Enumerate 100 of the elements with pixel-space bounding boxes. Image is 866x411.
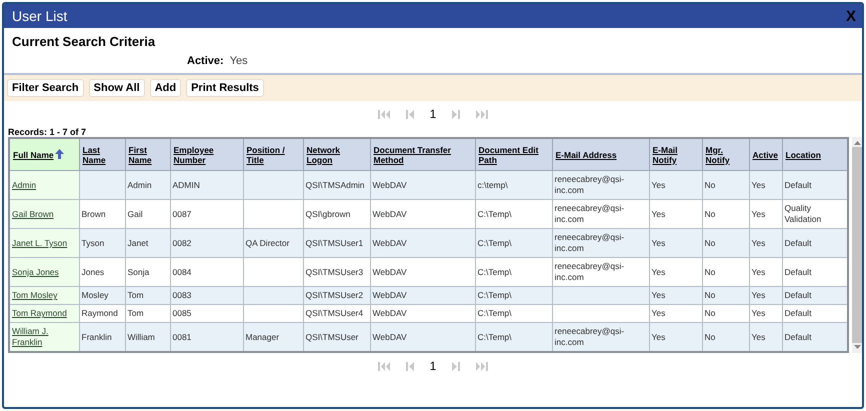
table-cell: Tyson: [79, 228, 125, 258]
records-count: Records: 1 - 7 of 7: [7, 127, 88, 137]
table-cell: reneecabrey@qsi-inc.com: [552, 322, 649, 352]
table-cell: 0085: [170, 304, 243, 322]
column-header[interactable]: Document Transfer Method: [370, 138, 475, 170]
table-cell: No: [702, 258, 749, 286]
column-header[interactable]: Position / Title: [243, 138, 303, 170]
table-cell: QSI\TMSUser: [303, 322, 370, 352]
table-cell: reneecabrey@qsi-inc.com: [552, 258, 649, 286]
table-cell: Yes: [749, 200, 782, 228]
table-cell: ADMIN: [170, 170, 243, 200]
table-cell: Yes: [649, 258, 702, 286]
last-page-icon[interactable]: [476, 362, 488, 370]
table-cell: Default: [782, 170, 848, 200]
sort-arrow-icon: [54, 149, 64, 159]
column-header[interactable]: Network Logon: [303, 138, 370, 170]
user-link[interactable]: Gail Brown: [12, 208, 54, 220]
scrollbar[interactable]: [852, 137, 862, 353]
table-cell[interactable]: Tom Mosley: [9, 286, 79, 304]
table-cell: 0082: [170, 228, 243, 258]
table-cell[interactable]: Janet L. Tyson: [9, 228, 79, 258]
table-cell: C:\Temp\: [475, 228, 552, 258]
table-cell: Mosley: [79, 286, 125, 304]
column-header[interactable]: Document Edit Path: [475, 138, 552, 170]
table-cell: Default: [782, 322, 848, 352]
criteria-label: Active:: [187, 55, 224, 67]
next-page-icon[interactable]: [452, 362, 460, 370]
column-header[interactable]: Last Name: [79, 138, 125, 170]
previous-page-icon[interactable]: [406, 362, 414, 370]
table-cell: WebDAV: [370, 170, 475, 200]
table-cell: Admin: [125, 170, 170, 200]
table-cell: WebDAV: [370, 258, 475, 286]
table-cell: 0081: [170, 322, 243, 352]
next-page-icon[interactable]: [452, 110, 460, 118]
column-header[interactable]: E-Mail Notify: [649, 138, 702, 170]
toolbar-button[interactable]: Add: [150, 79, 182, 97]
table-cell: WebDAV: [370, 200, 475, 228]
table-cell: Tom: [125, 304, 170, 322]
user-link[interactable]: Sonja Jones: [12, 266, 59, 278]
table-cell: 0087: [170, 200, 243, 228]
table-cell: No: [702, 200, 749, 228]
column-header[interactable]: First Name: [125, 138, 170, 170]
table-cell: Default: [782, 286, 848, 304]
table-cell: No: [702, 322, 749, 352]
toolbar-button[interactable]: Print Results: [186, 79, 264, 97]
table-cell[interactable]: Admin: [9, 170, 79, 200]
table-cell: [79, 170, 125, 200]
last-page-icon[interactable]: [476, 110, 488, 118]
table-cell: Default: [782, 304, 848, 322]
user-link[interactable]: William J. Franklin: [12, 326, 76, 348]
page-number[interactable]: 1: [430, 359, 436, 373]
page-number[interactable]: 1: [430, 107, 436, 121]
column-header[interactable]: E-Mail Address: [552, 138, 649, 170]
table-cell: William: [125, 322, 170, 352]
table-cell: Yes: [649, 170, 702, 200]
scroll-down-icon[interactable]: [854, 345, 861, 349]
table-cell: No: [702, 304, 749, 322]
column-header[interactable]: Location: [782, 138, 848, 170]
table-cell: QSI\TMSUser2: [303, 286, 370, 304]
toolbar-button[interactable]: Filter Search: [7, 79, 84, 97]
table-cell: C:\Temp\: [475, 304, 552, 322]
table-cell: Quality Validation: [782, 200, 848, 228]
toolbar-button[interactable]: Show All: [88, 79, 145, 97]
table-cell: C:\Temp\: [475, 322, 552, 352]
table-cell[interactable]: Sonja Jones: [9, 258, 79, 286]
table-cell: No: [702, 170, 749, 200]
table-cell: Raymond: [79, 304, 125, 322]
table-cell: Jones: [79, 258, 125, 286]
table-cell: Yes: [749, 170, 782, 200]
criteria-value: Yes: [230, 55, 248, 67]
table-cell[interactable]: William J. Franklin: [9, 322, 79, 352]
table-cell: Tom: [125, 286, 170, 304]
table-cell[interactable]: Tom Raymond: [9, 304, 79, 322]
table-cell: C:\Temp\: [475, 200, 552, 228]
table-cell: C:\Temp\: [475, 286, 552, 304]
table-cell: WebDAV: [370, 228, 475, 258]
table-cell: reneecabrey@qsi-inc.com: [552, 228, 649, 258]
column-header[interactable]: Full Name: [9, 138, 79, 170]
table-cell: Franklin: [79, 322, 125, 352]
table-cell: [243, 200, 303, 228]
user-link[interactable]: Tom Raymond: [12, 308, 67, 319]
table-cell: Yes: [749, 258, 782, 286]
table-cell: Sonja: [125, 258, 170, 286]
column-header[interactable]: Mgr. Notify: [702, 138, 749, 170]
table-cell: C:\Temp\: [475, 258, 552, 286]
previous-page-icon[interactable]: [406, 110, 414, 118]
table-cell: [243, 170, 303, 200]
user-link[interactable]: Tom Mosley: [12, 290, 58, 301]
table-cell: [243, 304, 303, 322]
scroll-up-icon[interactable]: [854, 141, 861, 145]
table-cell: Yes: [649, 322, 702, 352]
user-link[interactable]: Janet L. Tyson: [12, 238, 68, 248]
window-title: User List: [12, 8, 68, 24]
table-cell[interactable]: Gail Brown: [9, 200, 79, 228]
user-link[interactable]: Admin: [12, 180, 36, 190]
table-cell: Yes: [749, 322, 782, 352]
table-cell: [243, 286, 303, 304]
table-cell: reneecabrey@qsi-inc.com: [552, 200, 649, 228]
column-header[interactable]: Employee Number: [170, 138, 243, 170]
column-header[interactable]: Active: [749, 138, 782, 170]
